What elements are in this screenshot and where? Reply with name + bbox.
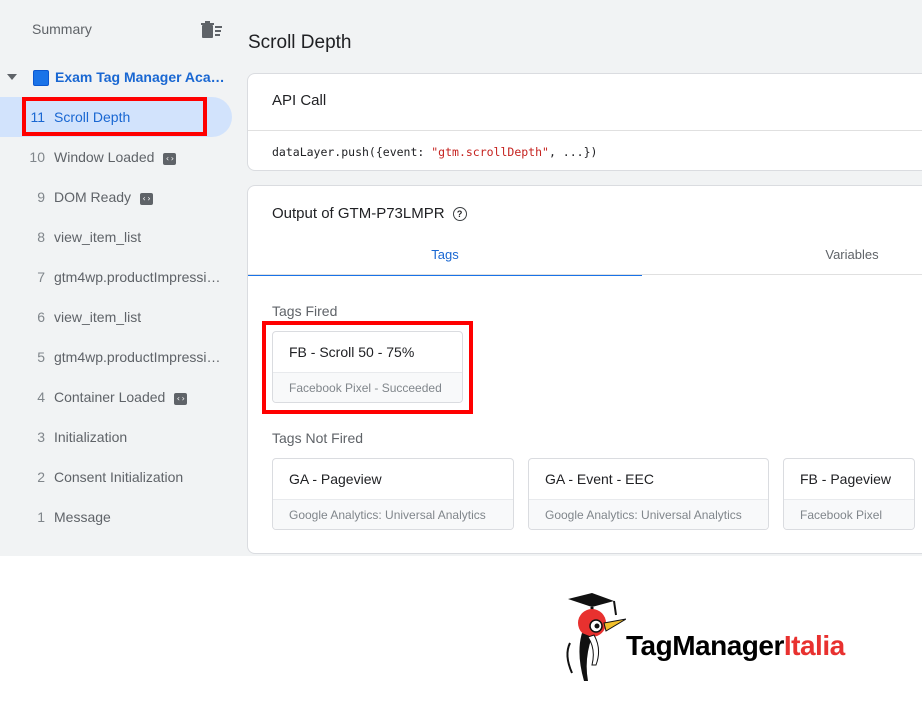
event-item[interactable]: 7 gtm4wp.productImpressions xyxy=(0,257,232,297)
tag-name: GA - Event - EEC xyxy=(545,471,654,487)
container-row[interactable]: Exam Tag Manager Academy xyxy=(0,62,246,94)
event-number: 3 xyxy=(37,429,45,445)
event-number: 4 xyxy=(37,389,45,405)
event-item[interactable]: 5 gtm4wp.productImpressions xyxy=(0,337,232,377)
highlight-box xyxy=(22,97,207,136)
divider xyxy=(248,130,922,131)
help-icon[interactable]: ? xyxy=(452,207,467,221)
api-call-card: API Call dataLayer.push({event: "gtm.scr… xyxy=(247,73,922,171)
output-title: Output of GTM-P73LMPR? xyxy=(272,205,467,222)
code-badge-icon: ‹› xyxy=(174,393,188,405)
event-number: 2 xyxy=(37,469,45,485)
event-item[interactable]: 3 Initialization xyxy=(0,417,232,457)
event-name: view_item_list xyxy=(54,229,142,245)
event-item[interactable]: 4 Container Loaded ‹› xyxy=(0,377,232,417)
woodpecker-logo-icon xyxy=(566,593,626,681)
event-number: 8 xyxy=(37,229,45,245)
event-name: Consent Initialization xyxy=(54,469,184,485)
event-name: view_item_list xyxy=(54,309,142,325)
tag-name: GA - Pageview xyxy=(289,471,382,487)
event-name: gtm4wp.productImpressions xyxy=(54,349,224,365)
event-name: Message xyxy=(54,509,111,525)
summary-row[interactable]: Summary xyxy=(0,0,246,58)
tag-type: Google Analytics: Universal Analytics xyxy=(273,499,513,529)
code-badge-icon: ‹› xyxy=(163,153,177,165)
collapse-caret-icon[interactable] xyxy=(7,74,17,80)
event-item[interactable]: 1 Message xyxy=(0,497,232,537)
event-name: Window Loaded ‹› xyxy=(54,149,177,165)
summary-label: Summary xyxy=(32,21,92,37)
event-number: 1 xyxy=(37,509,45,525)
tag-type: Facebook Pixel xyxy=(784,499,914,529)
event-name: DOM Ready ‹› xyxy=(54,189,154,205)
output-card: Output of GTM-P73LMPR? Tags Variables Ta… xyxy=(247,185,922,554)
event-name: Container Loaded ‹› xyxy=(54,389,188,405)
event-number: 9 xyxy=(37,189,45,205)
tag-card[interactable]: GA - Event - EEC Google Analytics: Univer… xyxy=(528,458,769,530)
tag-assistant-app: Summary Exam Tag Manager Academy 11Scrol… xyxy=(0,0,922,556)
tab-variables[interactable]: Variables xyxy=(642,238,922,274)
event-number: 6 xyxy=(37,309,45,325)
tabs-divider xyxy=(248,274,922,275)
event-item[interactable]: 8 view_item_list xyxy=(0,217,232,257)
event-item[interactable]: 6 view_item_list xyxy=(0,297,232,337)
code-badge-icon: ‹› xyxy=(140,193,154,205)
event-item[interactable]: 2 Consent Initialization xyxy=(0,457,232,497)
api-call-code: dataLayer.push({event: "gtm.scrollDepth"… xyxy=(272,145,598,159)
event-item[interactable]: 9 DOM Ready ‹› xyxy=(0,177,232,217)
tags-fired-label: Tags Fired xyxy=(272,303,338,319)
tab-tags[interactable]: Tags xyxy=(248,238,642,276)
tag-card[interactable]: FB - Pageview Facebook Pixel xyxy=(783,458,915,530)
event-item[interactable]: 10 Window Loaded ‹› xyxy=(0,137,232,177)
container-name: Exam Tag Manager Academy xyxy=(55,69,227,85)
api-call-title: API Call xyxy=(272,92,327,109)
sidebar: Summary Exam Tag Manager Academy 11Scrol… xyxy=(0,0,246,556)
container-icon xyxy=(33,70,49,86)
brand-logo-text: TagManagerItalia xyxy=(626,630,845,661)
tag-type: Google Analytics: Universal Analytics xyxy=(529,499,768,529)
highlight-box xyxy=(262,321,473,414)
event-name: gtm4wp.productImpressions xyxy=(54,269,224,285)
event-name: Initialization xyxy=(54,429,128,445)
event-number: 5 xyxy=(37,349,45,365)
event-number: 10 xyxy=(29,149,45,165)
page-title: Scroll Depth xyxy=(248,32,352,53)
tag-name: FB - Pageview xyxy=(800,471,892,487)
clear-messages-icon[interactable] xyxy=(201,21,223,39)
tags-not-fired-label: Tags Not Fired xyxy=(272,430,364,446)
event-number: 7 xyxy=(37,269,45,285)
tag-card[interactable]: GA - Pageview Google Analytics: Universal… xyxy=(272,458,514,530)
